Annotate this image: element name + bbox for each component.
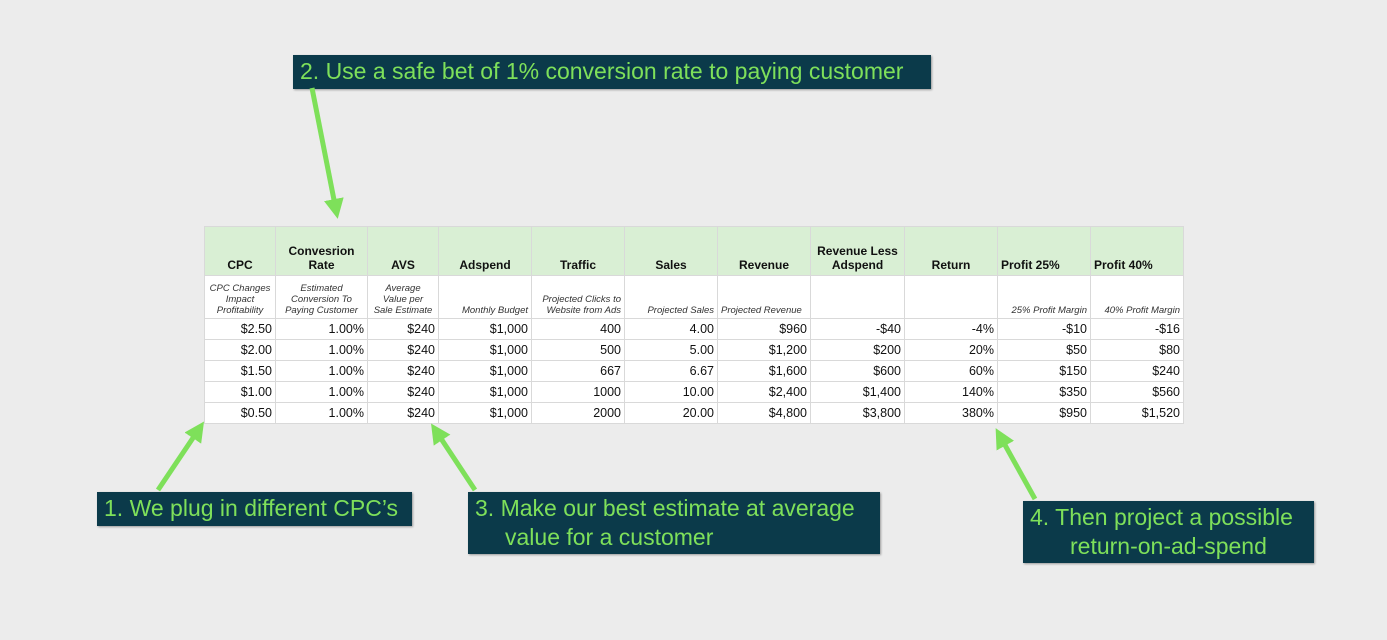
- arrow-to-conversion-rate: [309, 87, 344, 219]
- annotation-arrows: [155, 87, 1038, 501]
- arrow-to-cpc: [155, 421, 205, 492]
- arrow-to-avs: [431, 423, 478, 492]
- arrow-to-return: [995, 428, 1038, 501]
